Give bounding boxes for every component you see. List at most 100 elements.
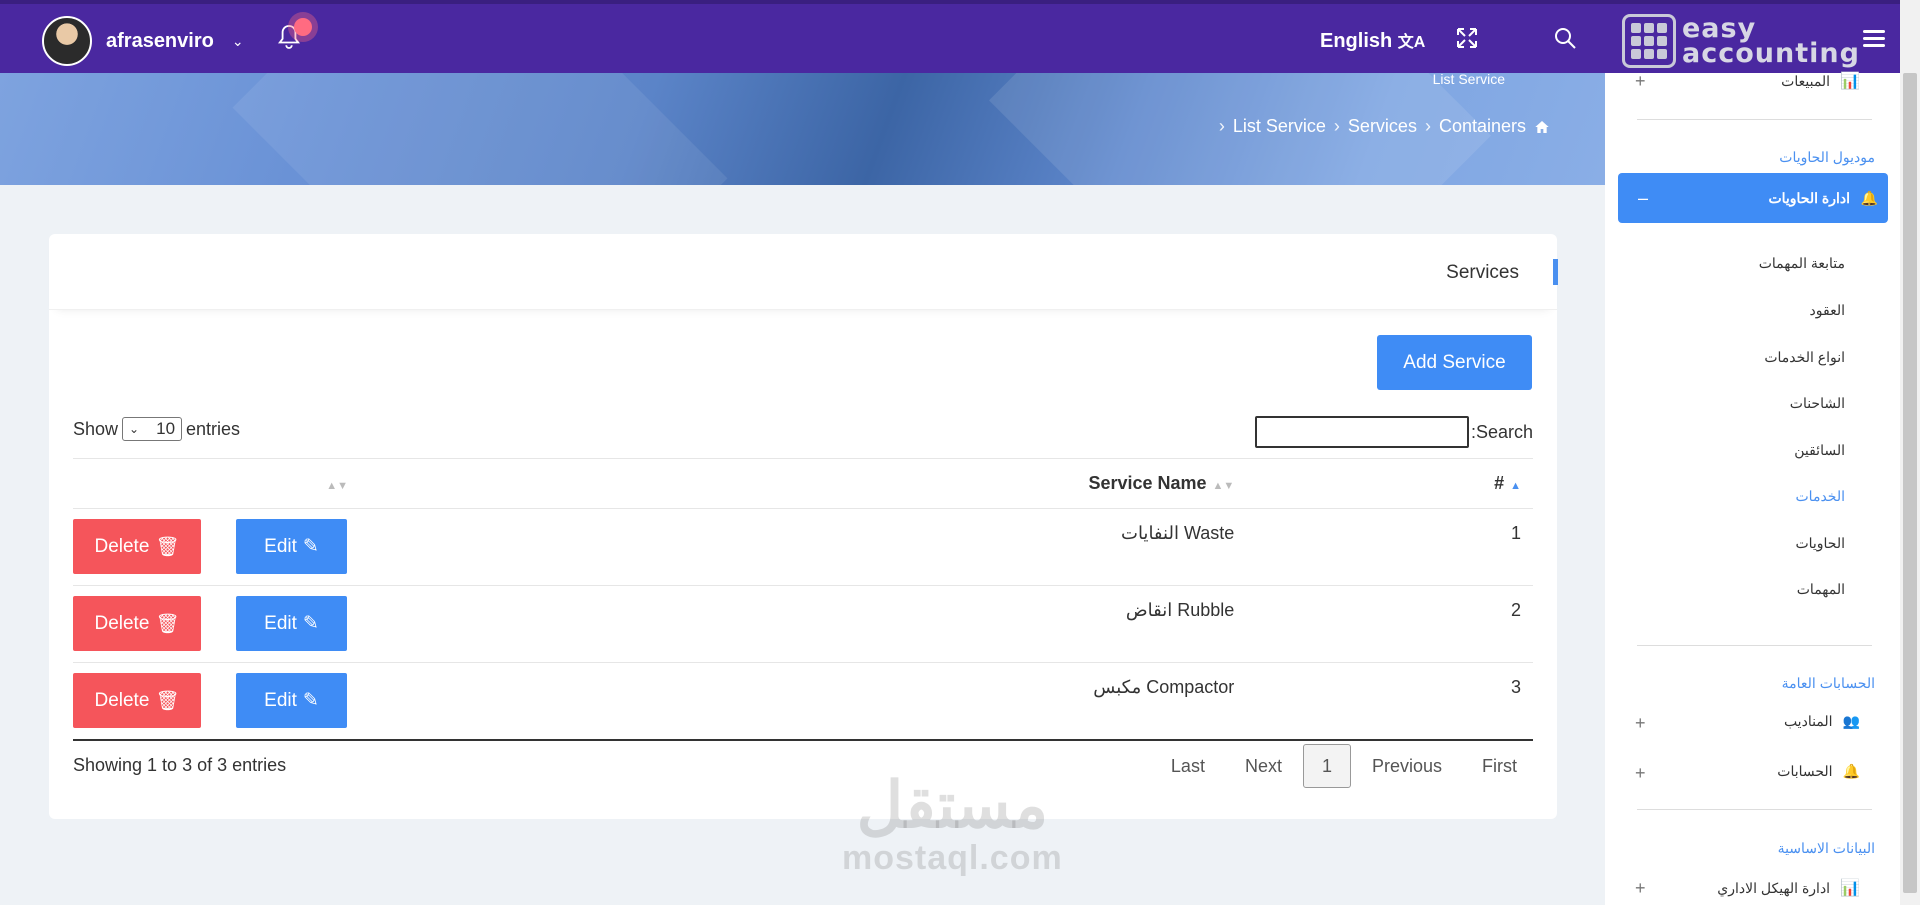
chevron-down-icon: ⌄ [231,32,244,49]
entries-length-control: Show ⌄ 10 entries [73,417,240,441]
pager-current-page[interactable]: 1 [1302,744,1351,788]
delete-button[interactable]: Delete 🗑 [73,673,201,728]
language-icon: 文A [1397,34,1426,51]
sidebar-subitem[interactable]: الشاحنات [1790,395,1845,412]
entries-select[interactable]: ⌄ 10 [122,417,183,441]
sidebar-subitem-current[interactable]: الخدمات [1796,488,1846,505]
expand-icon[interactable] [1455,26,1479,50]
page-scrollbar[interactable] [1900,0,1920,905]
trash-icon: 🗑 [155,536,180,558]
table-search: :Search [1254,416,1533,448]
show-label: Show [73,418,119,439]
avatar [42,16,92,66]
search-icon[interactable] [1553,26,1577,50]
sidebar-item-label: الحسابات [1777,763,1833,779]
sidebar-item-label: ادارة الحاويات [1768,189,1850,206]
logo-text-line2: accounting [1682,38,1860,69]
entries-label: entries [186,418,241,439]
table-row: Delete 🗑 Edit ✎ انقاض Rubble 2 [73,585,1533,663]
sidebar-item-label: ادارة الهيكل الاداري [1717,879,1831,896]
edit-button[interactable]: Edit ✎ [236,596,347,651]
language-switcher[interactable]: English 文A [1320,28,1425,53]
delete-button[interactable]: Delete 🗑 [73,519,201,574]
column-header-actions[interactable]: ▲▼ [73,458,1068,509]
title-accent-bar [1553,259,1558,285]
pager-next[interactable]: Next [1225,756,1302,777]
trash-icon: 🗑 [155,613,180,635]
sidebar-section-title: موديول الحاويات [1779,149,1875,165]
row-number-cell: 2 [1444,585,1533,663]
service-name-cell: مكبس Compactor [1068,662,1445,741]
breadcrumb-item[interactable]: List Service [1233,116,1326,137]
service-name-cell: انقاض Rubble [1068,585,1445,663]
collapse-minus-icon: – [1638,187,1649,208]
sidebar-item-reps[interactable]: 👥 المناديب [1784,713,1860,730]
card-header: Services [49,234,1558,310]
delete-button[interactable]: Delete 🗑 [73,596,201,651]
bell-icon: 🔔 [1860,189,1878,206]
page-title: List Service [1432,73,1505,87]
pager-last[interactable]: Last [1151,756,1225,777]
logo-icon [1622,14,1676,68]
bell-icon: 🔔 [1842,763,1860,779]
chevron-down-icon: ⌄ [129,422,140,436]
search-input[interactable] [1254,416,1469,448]
sort-asc-icon: ▲ [1510,480,1521,492]
chart-icon: 📊 [1840,880,1860,897]
table-header-row: ▲▼ Service Name ▲▼ # ▲ [73,458,1533,509]
sidebar-subitem[interactable]: العقود [1810,302,1845,319]
pager-first[interactable]: First [1462,756,1537,777]
watermark: مستقل mostaql.com [842,770,1063,876]
user-menu[interactable]: afrasenviro ⌄ [42,16,244,66]
sidebar-item-org-structure[interactable]: 📊 ادارة الهيكل الاداري [1717,878,1860,898]
table-row: Delete 🗑 Edit ✎ النفايات Waste 1 [73,508,1533,586]
sidebar-subitem[interactable]: الحاويات [1795,535,1845,552]
page-header-banner: List Service › List Service › Services ›… [0,73,1605,185]
sidebar-item-accounts[interactable]: 🔔 الحسابات [1777,763,1860,780]
sidebar-subitem[interactable]: متابعة المهمات [1759,255,1845,272]
pagination: Last Next 1 Previous First [1151,744,1537,788]
breadcrumb-item[interactable]: Services [1348,116,1417,137]
sidebar-subitem[interactable]: انواع الخدمات [1764,349,1845,366]
column-header-service-name[interactable]: Service Name ▲▼ [1068,458,1445,509]
pencil-icon: ✎ [302,690,319,711]
scrollbar-thumb[interactable] [1903,73,1917,893]
notifications-button[interactable] [278,18,312,54]
sidebar-item-containers-management[interactable]: 🔔 ادارة الحاويات – [1618,173,1888,223]
home-icon[interactable] [1534,119,1550,135]
easy-accounting-logo[interactable]: easy accounting [1622,14,1860,68]
search-label: :Search [1470,421,1533,442]
add-service-button[interactable]: Add Service [1377,335,1532,390]
expand-plus-icon[interactable]: + [1635,763,1646,784]
username: afrasenviro [106,29,214,52]
breadcrumb-item[interactable]: Containers [1439,116,1526,137]
sidebar-item-sales[interactable]: 📊 المبيعات [1781,71,1860,91]
expand-plus-icon[interactable]: + [1635,878,1646,899]
sidebar-subitem[interactable]: السائقين [1794,442,1845,459]
sidebar-section-title: البيانات الاساسية [1777,840,1875,856]
table-info: Showing 1 to 3 of 3 entries [73,755,287,775]
pager-previous[interactable]: Previous [1352,756,1462,777]
row-number-cell: 1 [1444,508,1533,586]
services-table: ▲▼ Service Name ▲▼ # ▲ Delete 🗑 Edit ✎ النفا… [73,458,1533,741]
pencil-icon: ✎ [302,613,319,634]
entries-value: 10 [156,419,176,438]
watermark-latin: mostaql.com [842,839,1063,877]
column-header-number[interactable]: # ▲ [1444,458,1533,509]
table-row: Delete 🗑 Edit ✎ مكبس Compactor 3 [73,662,1533,741]
service-name-cell: النفايات Waste [1068,508,1445,586]
menu-icon[interactable] [1863,30,1885,48]
sidebar-item-label: المناديب [1783,713,1833,729]
sidebar-subitem[interactable]: المهمات [1797,581,1845,598]
sidebar: 📊 المبيعات + موديول الحاويات 🔔 ادارة الح… [1605,71,1900,905]
expand-plus-icon[interactable]: + [1635,71,1646,92]
trash-icon: 🗑 [155,690,180,712]
language-label: English [1320,30,1393,52]
edit-button[interactable]: Edit ✎ [236,673,347,728]
breadcrumb: › List Service › Services › Containers [1219,116,1550,137]
edit-button[interactable]: Edit ✎ [236,519,347,574]
expand-plus-icon[interactable]: + [1635,713,1646,734]
notification-dot [294,18,312,36]
chart-icon: 📊 [1840,73,1860,90]
watermark-arabic: مستقل [856,769,1049,841]
